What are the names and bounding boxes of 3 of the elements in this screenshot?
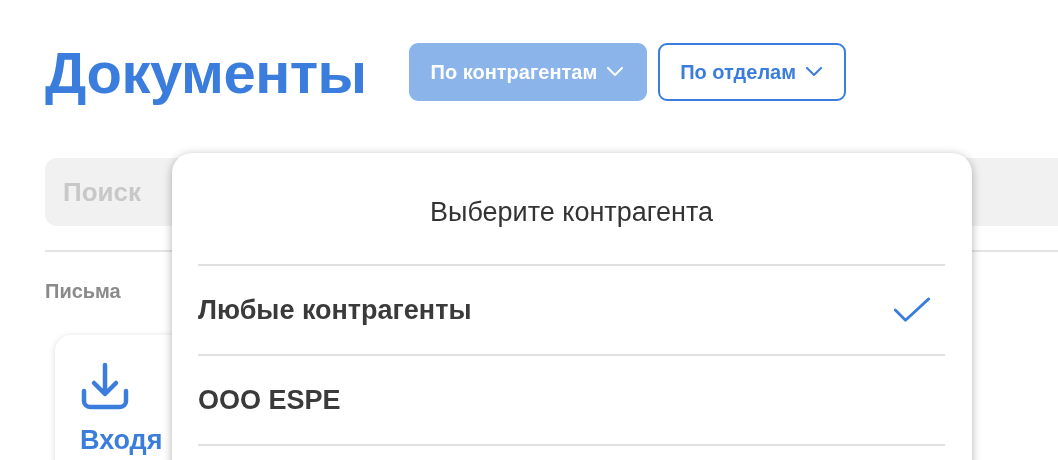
- page-title: Документы: [45, 38, 367, 106]
- section-label: Письма: [45, 280, 121, 303]
- dropdown-title: Выберите контрагента: [198, 153, 945, 266]
